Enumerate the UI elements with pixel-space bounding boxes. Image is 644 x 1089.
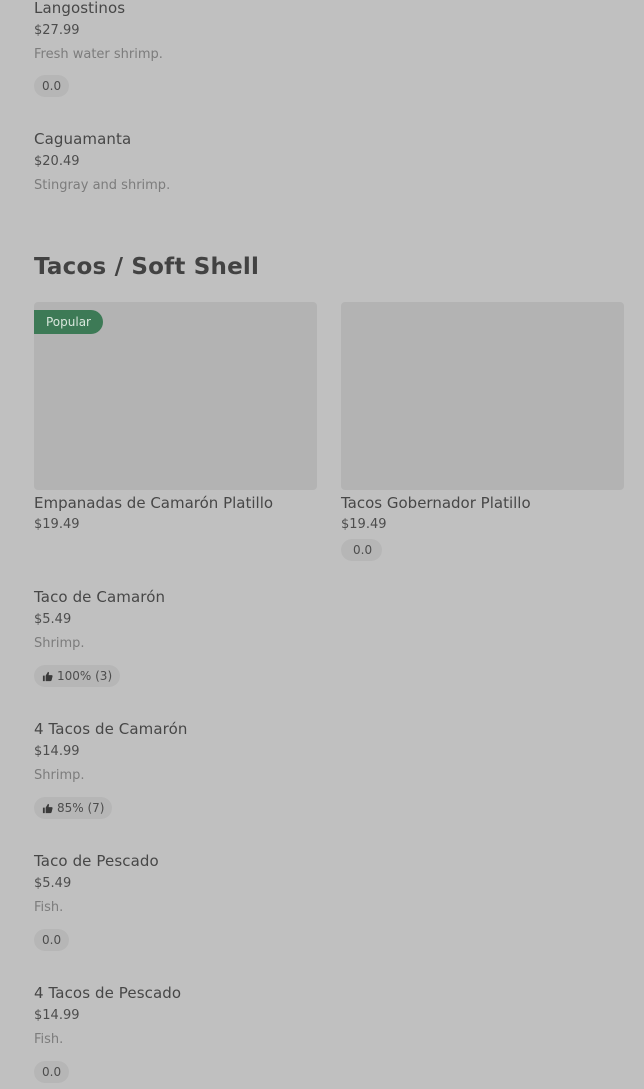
item-image — [341, 302, 624, 490]
rating-badge: 85% (7) — [34, 797, 113, 819]
item-description: Stingray and shrimp. — [34, 178, 171, 193]
item-description: Fresh water shrimp. — [34, 47, 163, 62]
item-price: $27.99 — [34, 23, 80, 38]
rating-badge: 0.0 — [341, 539, 383, 561]
section-title: Tacos / Soft Shell — [34, 254, 260, 280]
item-name: 4 Tacos de Camarón — [34, 720, 188, 738]
menu-item[interactable]: Langostinos $27.99 Fresh water shrimp. 0… — [34, 0, 594, 97]
item-price: $19.49 — [341, 517, 387, 532]
item-price: $20.49 — [34, 154, 80, 169]
popular-tag: Popular — [34, 310, 103, 334]
rating-value: 0.0 — [42, 933, 62, 947]
featured-item-card[interactable]: Popular Empanadas de Camarón Platillo $1… — [34, 302, 317, 533]
item-name: Taco de Pescado — [34, 852, 159, 870]
rating-badge: 0.0 — [34, 929, 70, 951]
item-name: Tacos Gobernador Platillo — [341, 494, 531, 512]
rating-value: 85% (7) — [57, 801, 105, 815]
item-name: 4 Tacos de Pescado — [34, 984, 182, 1002]
menu-item[interactable]: Taco de Camarón $5.49 Shrimp. 100% (3) — [34, 587, 594, 687]
item-price: $19.49 — [34, 517, 80, 532]
rating-value: 100% (3) — [57, 669, 113, 683]
item-name: Langostinos — [34, 0, 126, 17]
item-name: Empanadas de Camarón Platillo — [34, 494, 274, 512]
rating-badge: 0.0 — [34, 75, 70, 97]
menu-item[interactable]: Taco de Pescado $5.49 Fish. 0.0 — [34, 851, 594, 951]
thumbs-up-icon — [42, 671, 53, 681]
item-price: $5.49 — [34, 612, 72, 627]
item-price: $14.99 — [34, 1008, 80, 1023]
menu-page: Langostinos $27.99 Fresh water shrimp. 0… — [0, 0, 644, 1089]
item-price: $5.49 — [34, 876, 72, 891]
menu-item[interactable]: Caguamanta $20.49 Stingray and shrimp. — [34, 129, 594, 194]
menu-item[interactable]: 4 Tacos de Camarón $14.99 Shrimp. 85% (7… — [34, 719, 594, 819]
rating-value: 0.0 — [353, 543, 373, 557]
featured-item-card[interactable]: Tacos Gobernador Platillo $19.49 0.0 — [341, 302, 624, 561]
item-description: Fish. — [34, 1032, 64, 1047]
menu-item[interactable]: 4 Tacos de Pescado $14.99 Fish. 0.0 — [34, 983, 594, 1083]
item-description: Shrimp. — [34, 636, 85, 651]
item-name: Taco de Camarón — [34, 588, 166, 606]
rating-badge: 100% (3) — [34, 665, 121, 687]
thumbs-up-icon — [42, 803, 53, 813]
item-name: Caguamanta — [34, 130, 132, 148]
item-description: Shrimp. — [34, 768, 85, 783]
rating-badge: 0.0 — [34, 1061, 70, 1083]
item-price: $14.99 — [34, 744, 80, 759]
rating-value: 0.0 — [42, 1065, 62, 1079]
item-description: Fish. — [34, 900, 64, 915]
item-image: Popular — [34, 302, 317, 490]
rating-value: 0.0 — [42, 79, 62, 93]
